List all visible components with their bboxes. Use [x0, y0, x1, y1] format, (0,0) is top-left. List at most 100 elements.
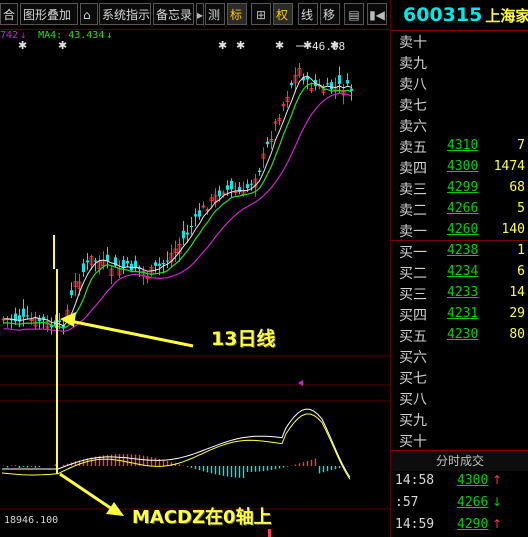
orderbook-price: 4310 [447, 138, 479, 153]
orderbook-volume: 1474 [493, 159, 525, 174]
panel-toggle-icon[interactable]: ▮◀ [367, 3, 387, 25]
quote-panel: 600315上海家化 卖十卖九卖八卖七卖六卖五 4310 7 卖四 4300 1474 卖三… [390, 0, 528, 537]
trading-app: 合 图形叠加 ⌂ 系统指示 备忘录 ▸ 测 标 ⊞ 权 线 移 ▤ ▮◀ 7 42… [0, 0, 528, 537]
orderbook-level-label: 卖二 [399, 203, 427, 219]
candle-body [106, 254, 109, 261]
orderbook-price: 4260 [447, 222, 479, 237]
orderbook-level-label: 买三 [399, 287, 427, 303]
orderbook-level-label: 卖九 [399, 56, 427, 72]
trade-direction-arrow-icon: ↑ [492, 473, 503, 487]
macd-dea-line [1, 413, 351, 480]
orderbook-sell-row[interactable]: 卖四 4300 1474 [391, 157, 528, 178]
orderbook-sell-row[interactable]: 卖八 [391, 73, 528, 94]
candle-body [70, 290, 73, 295]
line-button[interactable]: 线 [298, 3, 318, 25]
orderbook-sell-row[interactable]: 卖七 [391, 94, 528, 115]
orderbook-price: 4233 [447, 285, 479, 300]
orderbook-sell-row[interactable]: 卖一 4260 140 [391, 220, 528, 241]
event-marker-icon: ✱ [18, 39, 27, 52]
candle-body [330, 82, 333, 90]
ma13-annotation: 13日线 [211, 328, 276, 350]
chart-toolbar: 合 图形叠加 ⌂ 系统指示 备忘录 ▸ 测 标 ⊞ 权 线 移 ▤ ▮◀ [0, 0, 390, 30]
orderbook-level-label: 卖八 [399, 77, 427, 93]
graph-overlay-button[interactable]: 图形叠加 [20, 3, 78, 25]
candle-body [218, 190, 221, 197]
trade-row: 14:59 4290 ↑ [391, 515, 528, 537]
candle-body [266, 141, 269, 145]
candle-body [82, 263, 85, 273]
orderbook-price: 4230 [447, 327, 479, 342]
orderbook-volume: 6 [517, 264, 525, 279]
move-button[interactable]: 移 [320, 3, 340, 25]
orderbook-price: 4231 [447, 306, 479, 321]
orderbook-level-label: 买六 [399, 350, 427, 366]
orderbook-buy-row[interactable]: 买二 4234 6 [391, 262, 528, 283]
orderbook-level-label: 卖五 [399, 140, 427, 156]
ma-line-green [3, 82, 352, 329]
orderbook-level-label: 买八 [399, 392, 427, 408]
trade-time: 14:58 [395, 473, 435, 488]
macd-annotation: MACDZ在0轴上 [132, 507, 272, 528]
orderbook-level-label: 买一 [399, 245, 427, 261]
orderbook-volume: 29 [509, 306, 525, 321]
orderbook-level-label: 卖三 [399, 182, 427, 198]
orderbook-buy-row[interactable]: 买六 [391, 346, 528, 367]
candle-body [350, 88, 353, 91]
orderbook-buy-row[interactable]: 买一 4238 1 [391, 241, 528, 262]
candle-body [326, 83, 329, 85]
rights-button[interactable]: 权 [273, 3, 293, 25]
orderbook-sell-row[interactable]: 卖二 4266 5 [391, 199, 528, 220]
toolbar-partial-button[interactable]: 合 [0, 3, 18, 25]
memo-button[interactable]: 备忘录 [153, 3, 194, 25]
orderbook-buy-row[interactable]: 买四 4231 29 [391, 304, 528, 325]
orderbook-level-label: 买九 [399, 413, 427, 429]
candle-body [258, 170, 261, 173]
orderbook-volume: 140 [501, 222, 525, 237]
candle-body [230, 180, 233, 190]
grid-icon[interactable]: ⊞ [251, 3, 271, 25]
candle-body [238, 187, 241, 193]
orderbook-buy-row[interactable]: 买三 4233 14 [391, 283, 528, 304]
orderbook-level-label: 卖一 [399, 224, 427, 240]
orderbook-sell-row[interactable]: 卖十 [391, 31, 528, 52]
lock-icon[interactable]: ⌂ [80, 3, 98, 25]
orderbook-level-label: 卖四 [399, 161, 427, 177]
ma-line-purple [3, 92, 352, 333]
orderbook-buy-row[interactable]: 买八 [391, 388, 528, 409]
orderbook-buy-row[interactable]: 买十 [391, 430, 528, 451]
trade-time: 14:59 [395, 517, 435, 532]
orderbook-level-label: 买五 [399, 329, 427, 345]
orderbook-buy-row[interactable]: 买九 [391, 409, 528, 430]
candle-body [198, 210, 201, 217]
orderbook-volume: 14 [509, 285, 525, 300]
orderbook-level-label: 买十 [399, 434, 427, 450]
mark-button[interactable]: 标 [227, 3, 247, 25]
stock-title[interactable]: 600315上海家化 [391, 0, 528, 30]
candle-body [246, 184, 249, 189]
event-markers: ✱ ✱ ✱ ✱ ✱ ✱ ✱ [18, 39, 339, 52]
window-icon[interactable]: ▤ [344, 3, 364, 25]
system-indicator-button[interactable]: 系统指示 [99, 3, 151, 25]
event-marker-icon: ✱ [58, 39, 67, 52]
trades-header[interactable]: 分时成交 [391, 451, 528, 471]
orderbook-buy-row[interactable]: 买七 [391, 367, 528, 388]
orderbook-sell-row[interactable]: 卖五 4310 7 [391, 136, 528, 157]
candle-body [338, 75, 341, 85]
measure-button[interactable]: 测 [205, 3, 225, 25]
orderbook-price: 4266 [447, 201, 479, 216]
orderbook-level-label: 买二 [399, 266, 427, 282]
candle-body [250, 183, 253, 185]
price-chart[interactable]: ✱ ✱ ✱ ✱ ✱ ✱ ✱ 46.08 [0, 29, 390, 537]
orderbook-volume: 7 [517, 138, 525, 153]
orderbook-buy-row[interactable]: 买五 4230 80 [391, 325, 528, 346]
orderbook-level-label: 卖十 [399, 35, 427, 51]
event-marker-icon: ✱ [236, 39, 245, 52]
orderbook-sell-row[interactable]: 卖六 [391, 115, 528, 136]
trade-price: 4266 [457, 495, 489, 510]
candle-body [158, 263, 161, 266]
trade-direction-arrow-icon: ↑ [492, 517, 503, 531]
trade-price: 4300 [457, 473, 489, 488]
candlesticks [1, 62, 353, 335]
orderbook-sell-row[interactable]: 卖九 [391, 52, 528, 73]
orderbook-sell-row[interactable]: 卖三 4299 68 [391, 178, 528, 199]
